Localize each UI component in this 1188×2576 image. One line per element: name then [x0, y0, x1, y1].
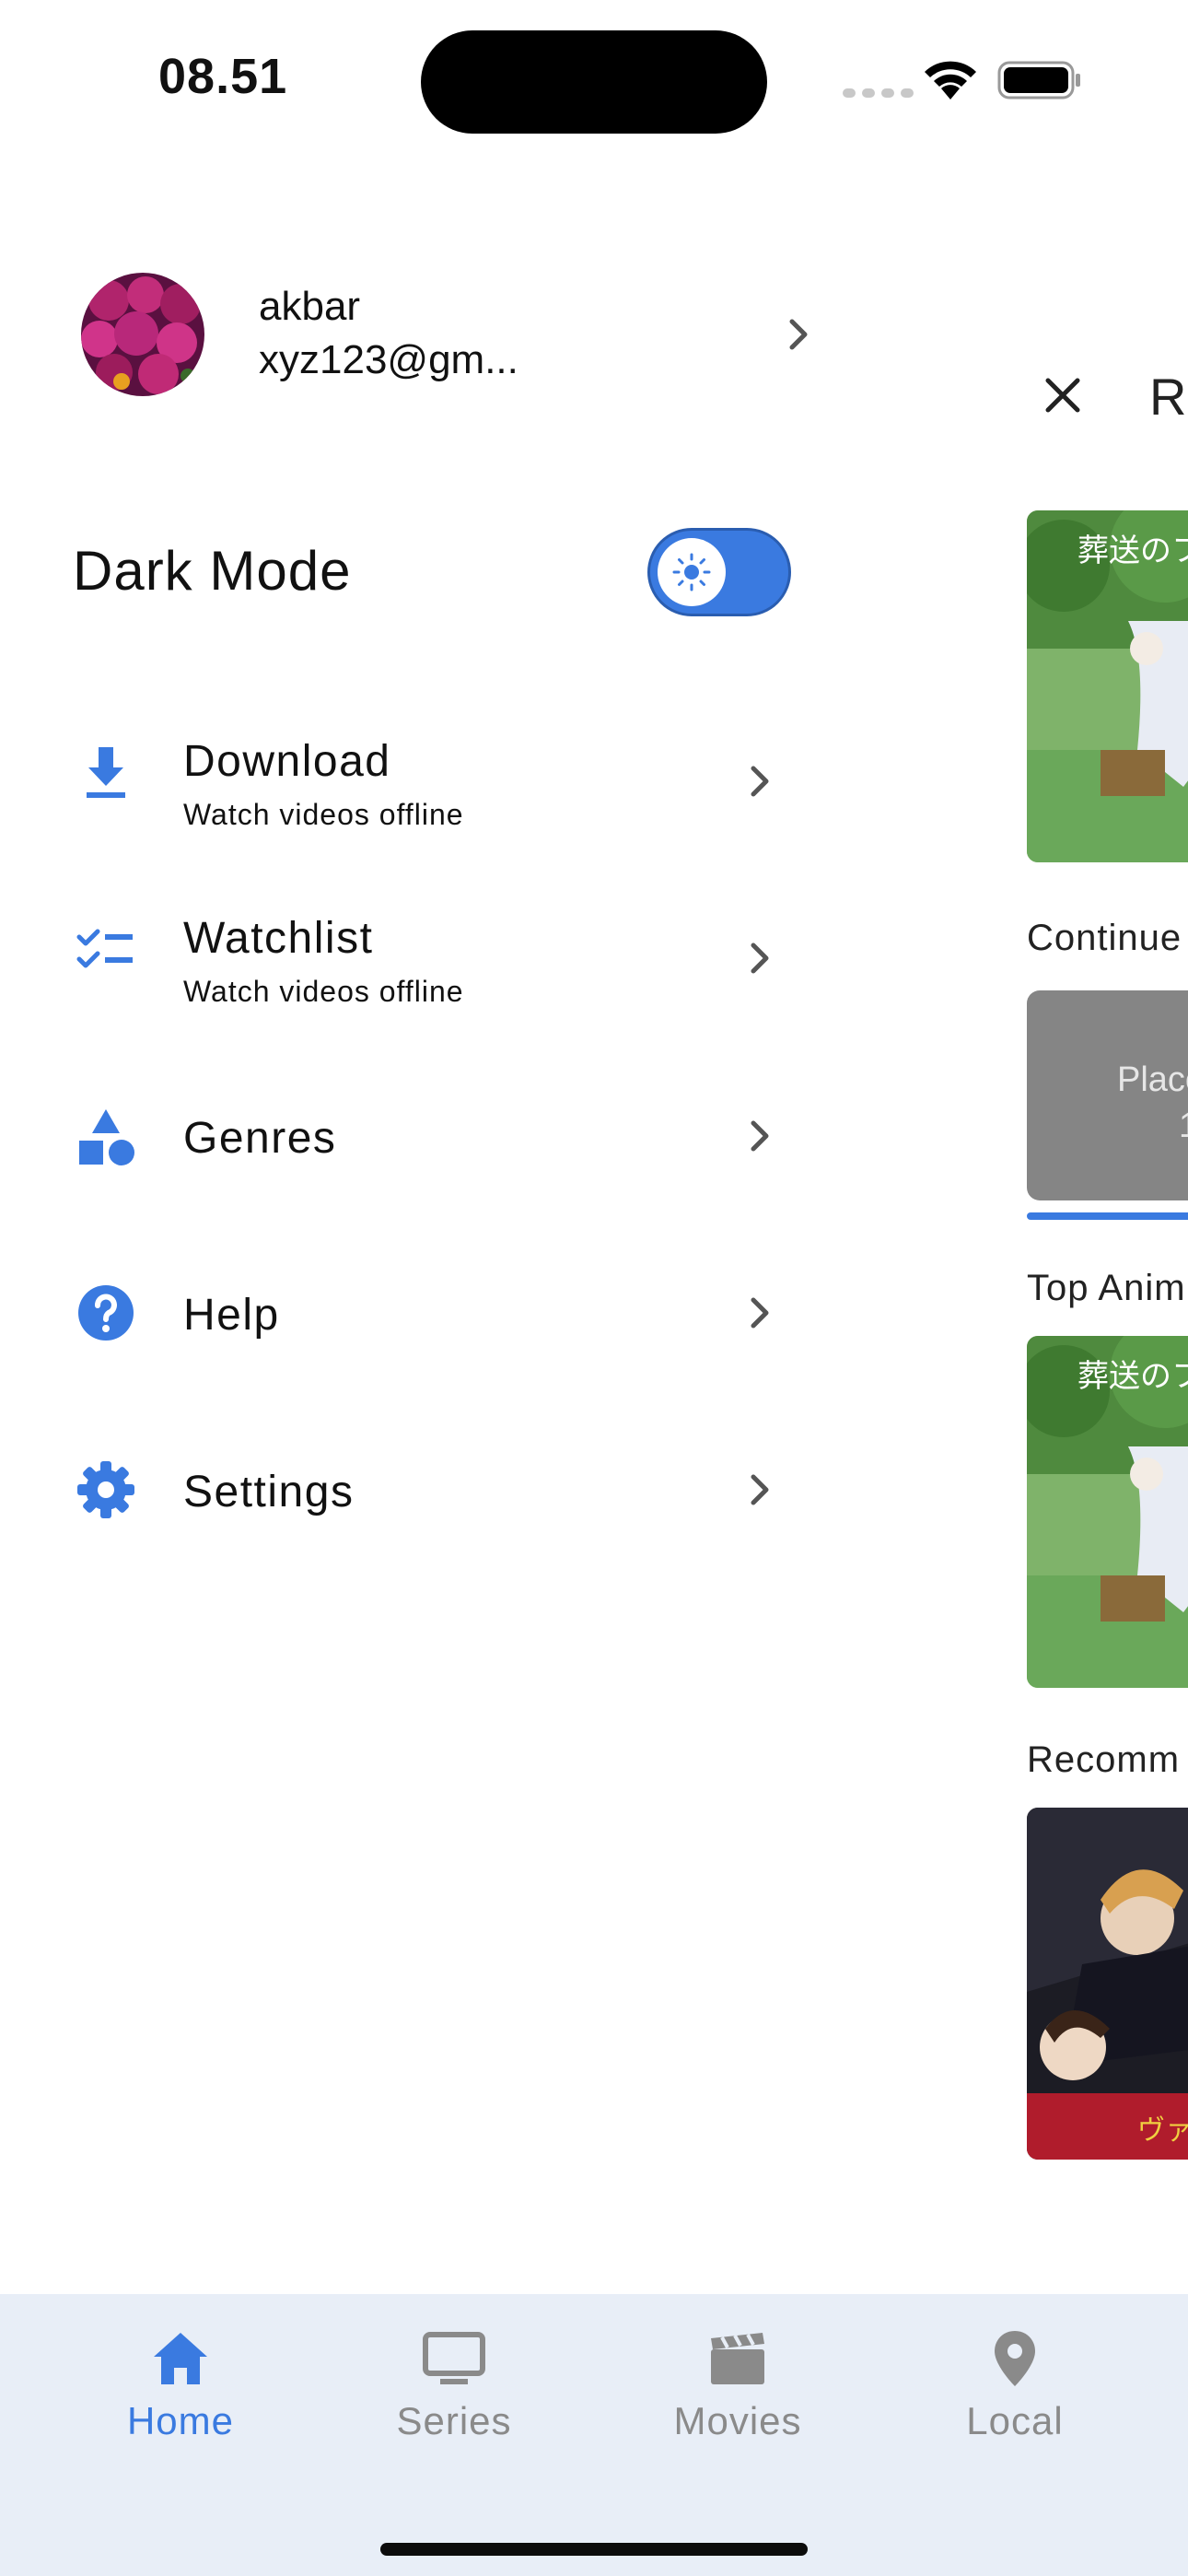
svg-text:葬送のフリー: 葬送のフリー [1077, 1358, 1188, 1395]
category-shapes-icon [79, 1109, 134, 1165]
continue-watching-card[interactable]: Placeh 1 [1027, 990, 1188, 1200]
avatar [81, 273, 204, 396]
wifi-icon [925, 61, 976, 100]
menu-item-title: Watchlist [183, 914, 374, 963]
section-top-anime-label: Top Anim [1027, 1268, 1186, 1308]
location-pin-icon [995, 2331, 1035, 2386]
profile-email: xyz123@gm... [259, 337, 518, 382]
nav-home-label: Home [126, 2399, 235, 2442]
nav-local[interactable]: Local [914, 2294, 1116, 2478]
chevron-right-icon [751, 1120, 769, 1152]
tv-icon [423, 2332, 485, 2384]
nav-movies-label: Movies [673, 2399, 802, 2442]
dynamic-island [421, 30, 767, 134]
download-icon [87, 747, 125, 798]
poster-thumbnail[interactable]: 葬送のフリー [1027, 510, 1188, 862]
chevron-right-icon [751, 1297, 769, 1329]
home-indicator [380, 2543, 808, 2556]
menu-item-subtitle: Watch videos offline [183, 975, 464, 1008]
checklist-icon [76, 929, 133, 968]
svg-text:葬送のフリー: 葬送のフリー [1077, 533, 1188, 569]
svg-text:ヴァ: ヴァ [1137, 2114, 1188, 2147]
chevron-right-icon [751, 943, 769, 974]
dark-mode-label: Dark Mode [73, 540, 352, 602]
profile-row[interactable]: akbar xyz123@gm... [81, 273, 818, 396]
menu-item-watchlist[interactable]: Watchlist Watch videos offline [0, 880, 810, 1036]
main-title: Re [1149, 368, 1188, 426]
watch-progress-bar [1027, 1212, 1188, 1220]
nav-local-label: Local [966, 2399, 1064, 2442]
menu-item-title: Download [183, 737, 391, 786]
toggle-knob [658, 538, 726, 606]
chevron-right-icon [751, 766, 769, 797]
poster-thumbnail[interactable]: ヴァ [1027, 1808, 1188, 2160]
menu-item-title: Genres [183, 1114, 337, 1163]
chevron-right-icon [751, 1474, 769, 1505]
menu-item-title: Help [183, 1291, 280, 1340]
clapperboard-icon [711, 2333, 764, 2384]
nav-home[interactable]: Home [79, 2294, 282, 2478]
sun-icon [672, 553, 711, 591]
section-recommended-label: Recomm [1027, 1739, 1181, 1780]
dark-mode-toggle[interactable] [647, 528, 791, 616]
nav-series-label: Series [396, 2399, 512, 2442]
placeholder-text: Placeh [1117, 1060, 1188, 1099]
gear-icon [77, 1461, 134, 1518]
cellular-signal-icon [843, 88, 914, 98]
menu-item-settings[interactable]: Settings [0, 1411, 810, 1568]
help-circle-icon [78, 1285, 134, 1341]
menu-item-title: Settings [183, 1468, 355, 1516]
home-icon [154, 2333, 207, 2384]
menu-item-help[interactable]: Help [0, 1235, 810, 1391]
menu-item-download[interactable]: Download Watch videos offline [0, 703, 810, 860]
chevron-right-icon [789, 319, 808, 350]
battery-icon [997, 61, 1080, 100]
close-icon[interactable] [1041, 373, 1085, 417]
bottom-navigation-bar: Home Series Movies Local [0, 2294, 1188, 2576]
profile-name: akbar [259, 284, 361, 329]
nav-series[interactable]: Series [353, 2294, 555, 2478]
menu-item-genres[interactable]: Genres [0, 1058, 810, 1214]
menu-item-subtitle: Watch videos offline [183, 798, 464, 831]
status-time: 08.51 [158, 49, 288, 104]
placeholder-number: 1 [1179, 1107, 1188, 1146]
poster-thumbnail[interactable]: 葬送のフリー [1027, 1336, 1188, 1688]
nav-movies[interactable]: Movies [636, 2294, 839, 2478]
section-continue-label: Continue [1027, 918, 1182, 958]
